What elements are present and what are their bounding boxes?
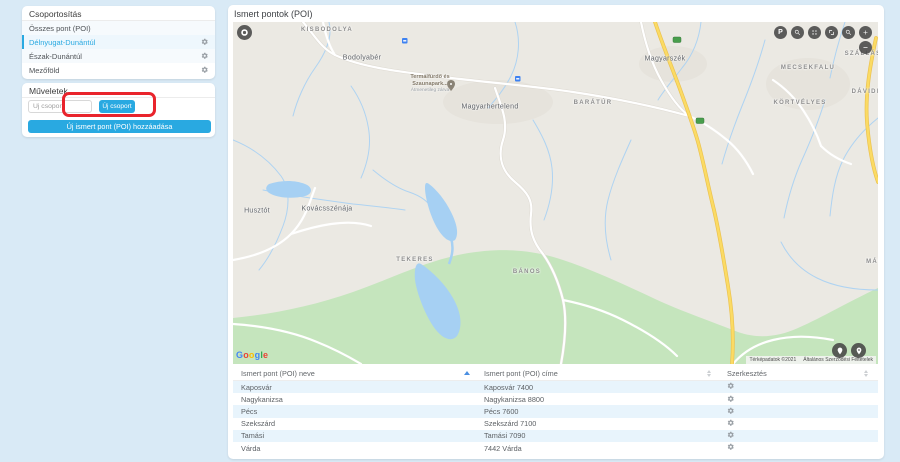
gear-icon[interactable] (727, 443, 735, 451)
map-graphics (233, 22, 878, 364)
page-title: Ismert pontok (POI) (228, 5, 884, 23)
group-label: Mezőföld (29, 66, 59, 75)
google-logo-letter: e (263, 350, 268, 360)
location-pin-icon (855, 347, 863, 355)
poi-table: Ismert pont (POI) neve Ismert pont (POI)… (233, 366, 878, 454)
header-label: Ismert pont (POI) címe (484, 369, 558, 378)
poi-edit-cell (715, 395, 878, 405)
poi-edit-cell (715, 419, 878, 429)
poi-address-cell: 7442 Várda (478, 444, 715, 453)
map-search-button[interactable] (791, 26, 804, 39)
poi-name-cell: Tamási (233, 431, 478, 440)
gear-icon[interactable] (201, 66, 209, 74)
table-row[interactable]: PécsPécs 7600 (233, 405, 878, 417)
gear-icon[interactable] (727, 407, 735, 415)
poi-address-cell: Pécs 7600 (478, 407, 715, 416)
sidebar-group-item[interactable]: Mezőföld (22, 63, 215, 77)
table-body: KaposvárKaposvár 7400NagykanizsaNagykani… (233, 381, 878, 454)
gear-icon[interactable] (727, 419, 735, 427)
sort-icon[interactable] (864, 370, 868, 377)
area-select-icon (828, 29, 835, 36)
map-area-select-button[interactable] (825, 26, 838, 39)
sidebar-group-item[interactable]: Összes pont (POI) (22, 21, 215, 35)
attribution-copyright: Térképadatok ©2021 (749, 357, 796, 363)
new-group-input[interactable] (28, 100, 92, 113)
operations-panel: Műveletek Új csoport Új ismert pont (POI… (22, 83, 215, 137)
gear-icon[interactable] (727, 431, 735, 439)
map-zoom-in-button[interactable] (859, 26, 872, 39)
column-header-address[interactable]: Ismert pont (POI) címe (478, 366, 715, 380)
plus-icon (862, 29, 869, 36)
table-row[interactable]: SzekszárdSzekszárd 7100 (233, 418, 878, 430)
marker-cluster-button[interactable] (237, 25, 252, 40)
sidebar-group-item[interactable]: Délnyugat-Dunántúl (22, 35, 215, 49)
table-row[interactable]: NagykanizsaNagykanizsa 8800 (233, 393, 878, 405)
new-group-row: Új csoport (28, 100, 135, 113)
poi-name-cell: Pécs (233, 407, 478, 416)
map-controls: P (774, 26, 872, 54)
table-header-row: Ismert pont (POI) neve Ismert pont (POI)… (233, 366, 878, 381)
operations-panel-title: Műveletek (22, 83, 215, 98)
search-icon (794, 29, 801, 36)
donut-icon (240, 28, 249, 37)
google-logo: Google (236, 350, 268, 360)
poi-address-cell: Nagykanizsa 8800 (478, 395, 715, 404)
dots-icon (811, 29, 818, 36)
poi-name-cell: Várda (233, 444, 478, 453)
poi-address-cell: Tamási 7090 (478, 431, 715, 440)
sort-ascending-icon[interactable] (464, 371, 470, 375)
poi-edit-cell (715, 443, 878, 453)
minus-icon (862, 44, 869, 51)
header-label: Szerkesztés (727, 369, 767, 378)
add-poi-button[interactable]: Új ismert pont (POI) hozzáadása (28, 120, 211, 133)
poi-address-cell: Szekszárd 7100 (478, 419, 715, 428)
poi-edit-cell (715, 431, 878, 441)
poi-name-cell: Nagykanizsa (233, 395, 478, 404)
gear-icon[interactable] (727, 382, 735, 390)
p-icon: P (778, 29, 783, 36)
group-label: Észak-Dunántúl (29, 52, 82, 61)
gear-icon[interactable] (727, 395, 735, 403)
map-button-p[interactable]: P (774, 26, 787, 39)
grouping-panel: Csoportosítás Összes pont (POI) Délnyugat… (22, 6, 215, 79)
table-row[interactable]: KaposvárKaposvár 7400 (233, 381, 878, 393)
poi-edit-cell (715, 382, 878, 392)
map-zoom-out-button[interactable] (859, 41, 872, 54)
poi-name-cell: Szekszárd (233, 419, 478, 428)
map-marker-controls (832, 343, 866, 358)
sidebar-group-item[interactable]: Észak-Dunántúl (22, 49, 215, 63)
gear-icon[interactable] (201, 38, 209, 46)
table-row[interactable]: TamásiTamási 7090 (233, 430, 878, 442)
group-label: Összes pont (POI) (29, 24, 91, 33)
map-canvas[interactable]: KISBODOLYABodolyabérMagyarszékSZÁLLÁSMEC… (233, 22, 878, 364)
grouping-panel-title: Csoportosítás (22, 6, 215, 21)
markers-toggle-button[interactable] (832, 343, 847, 358)
group-label: Délnyugat-Dunántúl (29, 38, 95, 47)
group-list: Összes pont (POI) Délnyugat-Dunántúl Észak… (22, 21, 215, 77)
column-header-name[interactable]: Ismert pont (POI) neve (233, 366, 478, 380)
location-pin-button[interactable] (851, 343, 866, 358)
new-group-button[interactable]: Új csoport (99, 100, 135, 113)
header-label: Ismert pont (POI) neve (241, 369, 315, 378)
map-fit-bounds-button[interactable] (808, 26, 821, 39)
marker-icon (836, 347, 844, 355)
sort-icon[interactable] (707, 370, 711, 377)
page: Csoportosítás Összes pont (POI) Délnyugat… (0, 0, 900, 462)
search-icon (845, 29, 852, 36)
table-row[interactable]: Várda7442 Várda (233, 442, 878, 454)
poi-panel: Ismert pontok (POI) (228, 5, 884, 459)
poi-edit-cell (715, 407, 878, 417)
gear-icon[interactable] (201, 52, 209, 60)
poi-name-cell: Kaposvár (233, 383, 478, 392)
poi-address-cell: Kaposvár 7400 (478, 383, 715, 392)
map-zoom-search-button[interactable] (842, 26, 855, 39)
column-header-edit[interactable]: Szerkesztés (715, 366, 878, 380)
